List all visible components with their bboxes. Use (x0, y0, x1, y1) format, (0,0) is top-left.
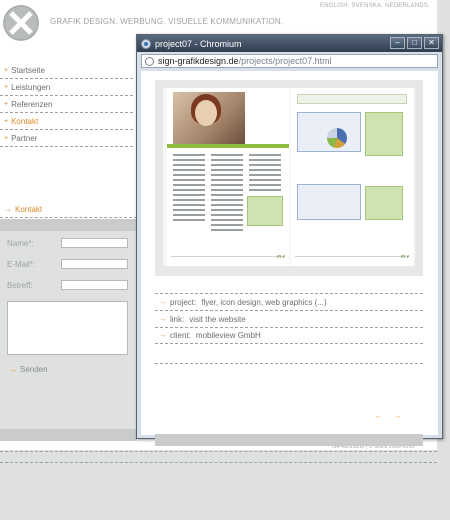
flyer-right-page: m v (291, 88, 413, 266)
name-field[interactable] (61, 238, 128, 248)
pie-chart-graphic (327, 128, 347, 148)
green-band (167, 144, 289, 148)
panel-top-bar (0, 219, 137, 231)
window-titlebar[interactable]: project07 - Chromium – □ ✕ (137, 35, 442, 52)
maximize-button[interactable]: □ (407, 37, 422, 49)
arrow-icon: + (4, 100, 9, 108)
nav-item-partner[interactable]: + Partner (0, 130, 133, 147)
text-column (211, 154, 243, 234)
arrow-icon: → (9, 365, 17, 374)
arrow-icon: + (4, 83, 9, 91)
arrow-icon: + (4, 134, 9, 142)
minimize-button[interactable]: – (390, 37, 405, 49)
nav-item-startseite[interactable]: + Startseite (0, 62, 133, 79)
project-pagination: ←→ (375, 413, 413, 420)
nav-item-referenzen[interactable]: + Referenzen (0, 96, 133, 113)
message-textarea[interactable] (7, 301, 128, 355)
footer-divider (0, 451, 437, 452)
arrow-icon: → (159, 315, 166, 323)
mobileview-logo: m v (276, 254, 285, 260)
flyer-spread: m v m v (163, 88, 415, 266)
highlight-box (365, 186, 403, 220)
link-row: → link: visit the website (155, 310, 423, 327)
email-field[interactable] (61, 259, 128, 269)
window-title: project07 - Chromium (155, 38, 242, 49)
globe-icon (145, 56, 154, 66)
mini-header (297, 94, 407, 104)
project-image: m v m v (155, 80, 423, 276)
project-value: flyer, icon design, web graphics (...) (201, 297, 327, 307)
url-path: /projects/project07.html (238, 56, 332, 66)
next-arrow[interactable]: → (394, 413, 413, 420)
panel-bottom-bar (0, 429, 137, 441)
contact-heading: → Kontakt (0, 202, 137, 218)
content-bottom-bar (155, 434, 423, 446)
sign-logo[interactable] (3, 5, 39, 41)
close-button[interactable]: ✕ (424, 37, 439, 49)
nav-item-leistungen[interactable]: + Leistungen (0, 79, 133, 96)
project-row: → project: flyer, icon design, web graph… (155, 293, 423, 310)
mobileview-logo: m v (400, 254, 409, 260)
main-nav: + Startseite + Leistungen + Referenzen + Kon… (0, 62, 133, 147)
text-column (249, 154, 281, 194)
site-tagline: GRAFIK DESIGN. WERBUNG. VISUELLE KOMMUNI… (50, 17, 284, 26)
browser-popup-window: project07 - Chromium – □ ✕ sign-grafikde… (136, 34, 443, 446)
divider (155, 363, 423, 364)
page-content: m v m v → project: flyer, icon design, w… (141, 71, 438, 446)
name-label: Name*: (7, 238, 34, 248)
chromium-icon (141, 38, 151, 49)
highlight-box (247, 196, 283, 226)
flyer-left-page: m v (167, 88, 289, 266)
client-row: → client: mobileview GmbH (155, 327, 423, 344)
nav-item-kontakt[interactable]: + Kontakt (0, 113, 133, 130)
subject-row: Betreff: (7, 280, 128, 290)
name-row: Name*: (7, 238, 128, 248)
subject-field[interactable] (61, 280, 128, 290)
previous-arrow[interactable]: ← (375, 413, 394, 420)
woman-photo (173, 92, 245, 144)
arrow-icon: + (4, 66, 9, 74)
screenshot-table (297, 184, 361, 220)
arrow-icon: → (4, 205, 12, 214)
url-domain: sign-grafikdesign.de (158, 56, 239, 66)
email-label: E-Mail*: (7, 259, 36, 269)
footer-divider (0, 462, 437, 463)
arrow-icon: → (159, 298, 166, 306)
client-value: mobileview GmbH (195, 331, 261, 340)
page-footer-line (295, 256, 409, 262)
website-link[interactable]: visit the website (189, 315, 245, 324)
window-controls: – □ ✕ (390, 37, 439, 49)
arrow-icon: → (159, 332, 166, 339)
subject-label: Betreff: (7, 280, 33, 290)
email-row: E-Mail*: (7, 259, 128, 269)
highlight-box (365, 112, 403, 156)
page-footer-line (171, 256, 285, 262)
face-shape (195, 100, 217, 126)
text-column (173, 154, 205, 224)
language-links[interactable]: ENGLISH. SVENSKA. NEDERLANDS. (320, 3, 430, 9)
address-bar[interactable]: sign-grafikdesign.de/projects/project07.… (141, 54, 438, 68)
send-button[interactable]: → Senden (9, 365, 48, 374)
contact-form: Name*: E-Mail*: Betreff: → Senden (0, 219, 137, 441)
arrow-icon: + (4, 117, 9, 125)
